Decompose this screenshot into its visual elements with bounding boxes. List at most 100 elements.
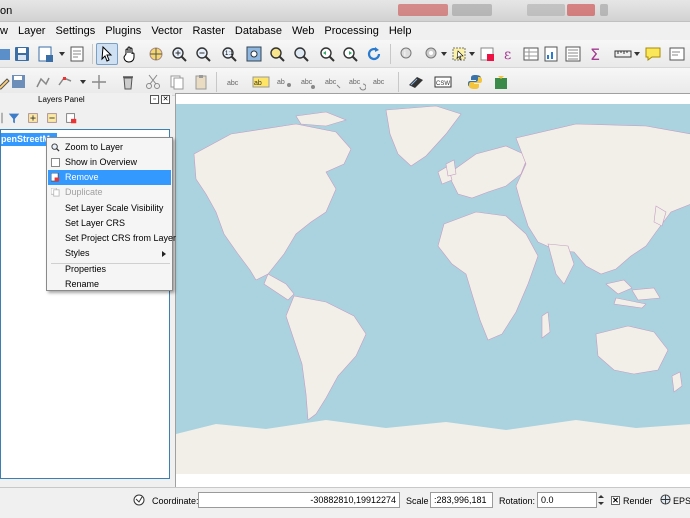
menu-vector[interactable]: Vector [146,22,187,40]
save-as-icon[interactable] [35,43,57,65]
map-canvas[interactable] [175,93,690,488]
show-hide-labels-icon[interactable]: abc [298,71,320,93]
menu-item-label: Properties [65,264,107,274]
plugin-manager-icon[interactable] [490,71,512,93]
zoom-to-layer-icon[interactable] [290,43,312,65]
python-console-icon[interactable] [464,71,486,93]
menu-item-label: Styles [65,248,90,258]
menu-zoom-to-layer[interactable]: Zoom to Layer [48,140,171,155]
zoom-next-icon[interactable] [339,43,361,65]
remove-icon [51,173,60,182]
menu-web[interactable]: Web [287,22,319,40]
pan-hand-icon[interactable] [119,43,141,65]
field-calculator-icon[interactable]: ε [498,43,520,65]
rotation-field[interactable]: 0.0 [537,492,597,508]
identify-features-icon[interactable]: i [397,43,419,65]
move-feature-icon[interactable] [88,71,110,93]
menu-raster[interactable]: Raster [188,22,230,40]
zoom-out-icon[interactable] [192,43,214,65]
menu-item-label: Show in Overview [65,157,138,167]
pan-to-selection-icon[interactable] [145,43,167,65]
cut-features-icon[interactable] [142,71,164,93]
chevron-down-icon[interactable] [441,52,447,56]
float-panel-icon[interactable]: ▫ [150,95,159,104]
refresh-icon[interactable] [363,43,385,65]
menu-remove[interactable]: Remove [48,170,171,185]
menu-duplicate[interactable]: Duplicate [48,185,171,200]
menu-bar: w Layer Settings Plugins Vector Raster D… [0,22,690,40]
rotation-spinner-icon[interactable] [597,492,605,508]
change-label-icon[interactable]: abc [370,71,392,93]
expand-all-icon[interactable] [25,110,41,126]
sum-icon[interactable]: Σ [585,43,607,65]
attribute-table-icon[interactable] [520,43,542,65]
rotate-label-icon[interactable]: abc [346,71,368,93]
identify-cursor-icon[interactable] [96,43,118,65]
move-label-icon[interactable]: abc [322,71,344,93]
zoom-last-icon[interactable] [316,43,338,65]
scale-field[interactable]: :283,996,181 [430,492,493,508]
chevron-down-icon[interactable] [80,80,86,84]
zoom-full-icon[interactable] [243,43,265,65]
statistics-icon[interactable] [540,43,562,65]
node-tool-icon[interactable] [54,71,76,93]
close-panel-icon[interactable]: ✕ [161,95,170,104]
menu-processing[interactable]: Processing [319,22,383,40]
new-print-composer-icon[interactable] [66,43,88,65]
menu-help[interactable]: Help [384,22,417,40]
save-edits-icon[interactable] [8,71,30,93]
rotation-label: Rotation: [499,496,536,506]
delete-selected-icon[interactable] [117,71,139,93]
menu-view[interactable]: w [0,22,13,40]
scale-label: Scale [406,496,429,506]
zoom-to-selection-icon[interactable] [266,43,288,65]
pin-labels-icon[interactable]: ab [274,71,296,93]
geometry-checker-icon[interactable] [405,71,427,93]
menu-item-label: Remove [65,172,99,182]
text-annotation-icon[interactable] [666,43,688,65]
chevron-down-icon[interactable] [634,52,640,56]
menu-set-layer-crs[interactable]: Set Layer CRS [48,216,171,231]
zoom-actual-size-icon[interactable]: 1:1 [218,43,240,65]
coordinate-field[interactable]: -30882810,19912274 [198,492,400,508]
select-features-icon[interactable] [448,43,470,65]
label-abc-icon[interactable]: abc [224,71,246,93]
paste-features-icon[interactable] [190,71,212,93]
svg-text:abc: abc [227,80,239,87]
attribute-form-icon[interactable] [562,43,584,65]
svg-text:abc: abc [349,79,361,86]
label-highlight-icon[interactable]: ab [250,71,272,93]
csw-icon[interactable]: CSW [432,71,454,93]
svg-text:abc: abc [373,79,385,86]
filter-icon[interactable] [6,110,22,126]
map-tips-icon[interactable] [642,43,664,65]
menu-properties[interactable]: Properties [48,262,171,277]
crs-globe-icon[interactable] [660,494,671,505]
menu-set-project-crs-from-layer[interactable]: Set Project CRS from Layer [48,231,176,246]
save-project-icon[interactable] [11,43,33,65]
menu-show-in-overview[interactable]: Show in Overview [48,155,171,170]
measure-line-icon[interactable] [612,43,634,65]
deselect-icon[interactable] [476,43,498,65]
menu-layer[interactable]: Layer [13,22,51,40]
svg-text:abc: abc [325,79,337,86]
menu-plugins[interactable]: Plugins [100,22,146,40]
crs-label[interactable]: EPSG [673,496,690,506]
toggle-extents-icon[interactable] [132,493,146,507]
zoom-in-icon[interactable] [168,43,190,65]
measure-icon[interactable] [421,43,443,65]
remove-layer-icon[interactable] [63,110,79,126]
add-feature-icon[interactable] [32,71,54,93]
collapse-all-icon[interactable] [44,110,60,126]
menu-styles[interactable]: Styles [48,246,171,261]
menu-set-layer-scale-visibility[interactable]: Set Layer Scale Visibility [48,201,171,216]
menu-database[interactable]: Database [230,22,287,40]
render-checkbox[interactable]: ✕ [611,496,620,505]
menu-rename[interactable]: Rename [48,277,171,292]
menu-settings[interactable]: Settings [50,22,100,40]
title-bar: on [0,0,690,22]
copy-features-icon[interactable] [166,71,188,93]
tab-thumbnail [398,4,448,16]
chevron-down-icon[interactable] [59,52,65,56]
chevron-down-icon[interactable] [469,52,475,56]
